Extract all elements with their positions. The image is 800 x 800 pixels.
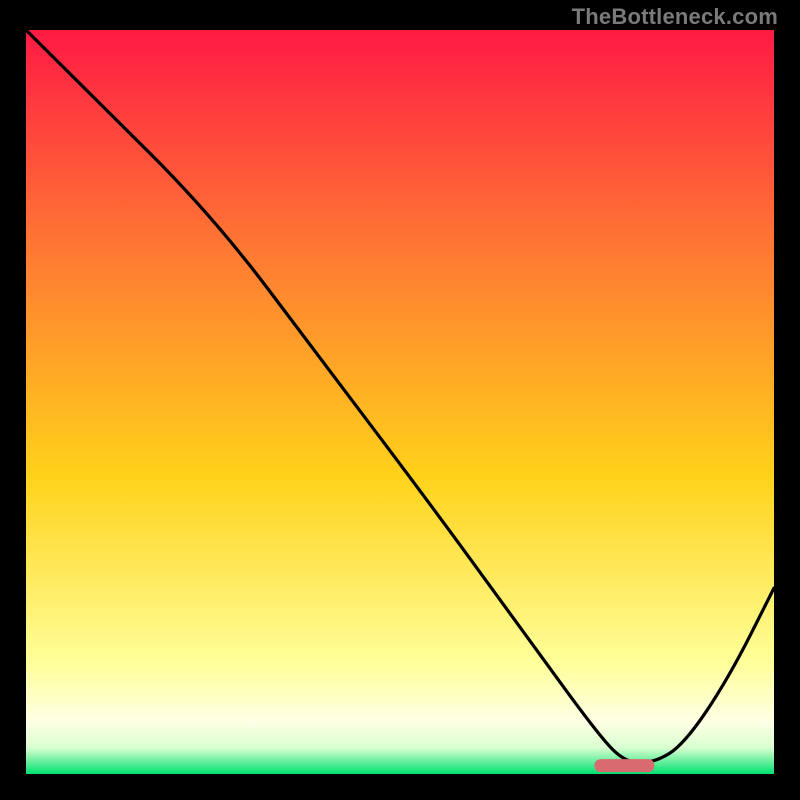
chart-plot-area xyxy=(26,30,774,774)
chart-marker xyxy=(595,759,655,772)
chart-svg xyxy=(26,30,774,774)
watermark-text: TheBottleneck.com xyxy=(572,4,778,30)
